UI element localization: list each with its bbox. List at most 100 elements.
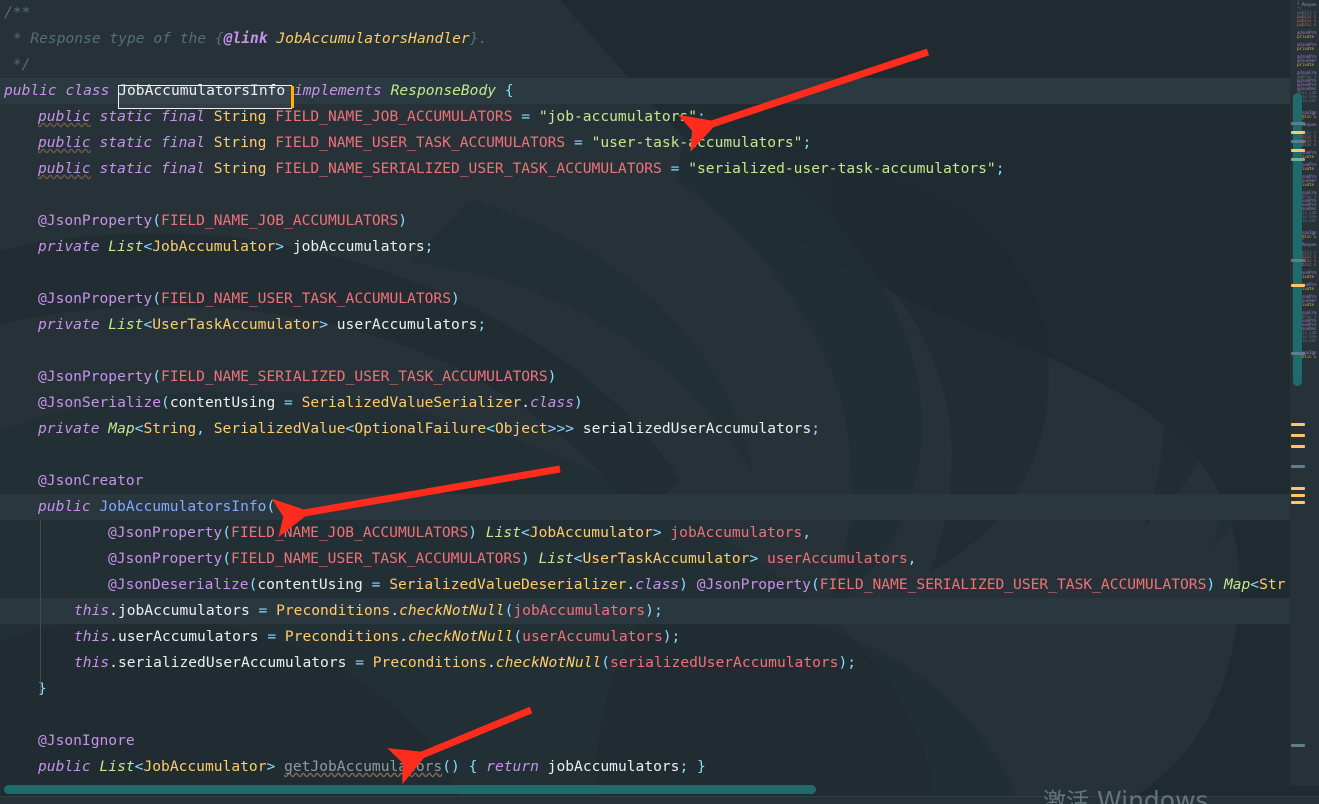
type-string[interactable]: String xyxy=(214,134,267,151)
code-line-class-declaration[interactable]: public class JobAccumulatorsInfo impleme… xyxy=(0,78,1290,104)
annotation-jsonproperty[interactable]: @JsonProperty xyxy=(697,576,811,593)
field-reference[interactable]: FIELD_NAME_SERIALIZED_USER_TASK_ACCUMULA… xyxy=(820,576,1207,593)
annotation-jsonserialize[interactable]: @JsonSerialize xyxy=(38,394,161,411)
code-line[interactable]: * Response type of the {@link JobAccumul… xyxy=(0,26,1290,52)
field-reference[interactable]: FIELD_NAME_JOB_ACCUMULATORS xyxy=(231,524,468,541)
code-line[interactable]: @JsonProperty(FIELD_NAME_JOB_ACCUMULATOR… xyxy=(0,520,1290,546)
annotation-parameter[interactable]: contentUsing xyxy=(257,576,362,593)
code-line[interactable]: @JsonProperty(FIELD_NAME_SERIALIZED_USER… xyxy=(0,364,1290,390)
type-list[interactable]: List xyxy=(539,550,574,567)
field-reference[interactable]: serializedUserAccumulators xyxy=(118,654,346,671)
minimap-marker-info[interactable] xyxy=(1291,122,1305,125)
annotation-jsondeserialize[interactable]: @JsonDeserialize xyxy=(108,576,249,593)
field-name-token[interactable]: FIELD_NAME_USER_TASK_ACCUMULATORS xyxy=(275,134,565,151)
argument-name[interactable]: userAccumulators xyxy=(522,628,663,645)
type-list[interactable]: List xyxy=(100,758,135,775)
type-list[interactable]: List xyxy=(108,238,143,255)
type-string[interactable]: String xyxy=(214,160,267,177)
code-line-blank[interactable] xyxy=(0,702,1290,728)
annotation-jsonproperty[interactable]: @JsonProperty xyxy=(38,368,152,385)
type-list[interactable]: List xyxy=(486,524,521,541)
minimap-marker-info[interactable] xyxy=(1291,465,1305,468)
annotation-jsonproperty[interactable]: @JsonProperty xyxy=(108,550,222,567)
code-line[interactable]: /** xyxy=(0,0,1290,26)
type-preconditions[interactable]: Preconditions xyxy=(373,654,487,671)
field-reference[interactable]: jobAccumulators xyxy=(118,602,250,619)
code-line[interactable]: @JsonProperty(FIELD_NAME_USER_TASK_ACCUM… xyxy=(0,546,1290,572)
code-line[interactable]: @JsonProperty(FIELD_NAME_JOB_ACCUMULATOR… xyxy=(0,208,1290,234)
minimap-marker-info[interactable] xyxy=(1291,352,1305,355)
minimap-marker-warning[interactable] xyxy=(1291,423,1305,426)
field-reference[interactable]: FIELD_NAME_USER_TASK_ACCUMULATORS xyxy=(231,550,521,567)
editor-text-area[interactable]: /** * Response type of the {@link JobAcc… xyxy=(0,0,1290,786)
code-line[interactable]: @JsonCreator xyxy=(0,468,1290,494)
code-line[interactable]: @JsonDeserialize(contentUsing = Serializ… xyxy=(0,572,1290,598)
minimap-marker-warning[interactable] xyxy=(1291,434,1305,437)
code-line[interactable]: public List<JobAccumulator> getJobAccumu… xyxy=(0,754,1290,780)
code-line-blank[interactable] xyxy=(0,182,1290,208)
code-line-blank[interactable] xyxy=(0,442,1290,468)
field-name-token[interactable]: FIELD_NAME_SERIALIZED_USER_TASK_ACCUMULA… xyxy=(275,160,662,177)
field-reference[interactable]: jobAccumulators xyxy=(548,758,680,775)
variable-name[interactable]: serializedUserAccumulators xyxy=(574,420,811,437)
type-jobaccumulator[interactable]: JobAccumulator xyxy=(143,758,266,775)
method-checknotnull[interactable]: checkNotNull xyxy=(408,628,513,645)
minimap-marker-warning[interactable] xyxy=(1291,131,1305,134)
code-line[interactable]: private List<JobAccumulator> jobAccumula… xyxy=(0,234,1290,260)
annotation-parameter[interactable]: contentUsing xyxy=(170,394,275,411)
code-line[interactable]: @JsonSerialize(contentUsing = Serialized… xyxy=(0,390,1290,416)
javadoc-link-target[interactable]: JobAccumulatorsHandler xyxy=(276,30,469,47)
minimap-marker-warning[interactable] xyxy=(1291,487,1305,490)
annotation-jsonignore[interactable]: @JsonIgnore xyxy=(38,732,135,749)
code-line[interactable]: @JsonProperty(FIELD_NAME_USER_TASK_ACCUM… xyxy=(0,286,1290,312)
annotation-jsonproperty[interactable]: @JsonProperty xyxy=(38,212,152,229)
class-name-token[interactable]: JobAccumulatorsInfo xyxy=(118,82,285,99)
minimap-marker-warning[interactable] xyxy=(1291,501,1305,504)
code-line[interactable]: this.serializedUserAccumulators = Precon… xyxy=(0,650,1290,676)
code-line-blank[interactable] xyxy=(0,260,1290,286)
field-name-token[interactable]: FIELD_NAME_JOB_ACCUMULATORS xyxy=(275,108,512,125)
variable-name[interactable]: userAccumulators xyxy=(328,316,478,333)
parameter-name[interactable]: jobAccumulators xyxy=(662,524,802,541)
type-object[interactable]: Object xyxy=(495,420,548,437)
code-line-constructor[interactable]: public JobAccumulatorsInfo( xyxy=(0,494,1290,520)
type-preconditions[interactable]: Preconditions xyxy=(285,628,399,645)
type-preconditions[interactable]: Preconditions xyxy=(276,602,390,619)
code-line[interactable]: private List<UserTaskAccumulator> userAc… xyxy=(0,312,1290,338)
type-usertaskaccumulator[interactable]: UserTaskAccumulator xyxy=(152,316,319,333)
minimap-marker-warning[interactable] xyxy=(1291,149,1305,152)
interface-name-token[interactable]: ResponseBody xyxy=(391,82,496,99)
type-string[interactable]: String xyxy=(143,420,196,437)
code-line-blank[interactable] xyxy=(0,338,1290,364)
type-map[interactable]: Map xyxy=(1224,576,1250,593)
variable-name[interactable]: jobAccumulators xyxy=(284,238,425,255)
minimap-marker-info[interactable] xyxy=(1291,744,1305,747)
method-checknotnull[interactable]: checkNotNull xyxy=(496,654,601,671)
method-name-getjobaccumulators[interactable]: getJobAccumulators xyxy=(284,758,442,775)
code-line[interactable]: } xyxy=(0,676,1290,702)
type-string[interactable]: String xyxy=(214,108,267,125)
minimap-marker-info[interactable] xyxy=(1291,259,1305,262)
argument-name[interactable]: serializedUserAccumulators xyxy=(610,654,838,671)
type-serializedvaluedeserializer[interactable]: SerializedValueDeserializer xyxy=(389,576,626,593)
type-optionalfailure[interactable]: OptionalFailure xyxy=(354,420,486,437)
method-checknotnull[interactable]: checkNotNull xyxy=(399,602,504,619)
annotation-jsonproperty[interactable]: @JsonProperty xyxy=(38,290,152,307)
field-reference[interactable]: FIELD_NAME_SERIALIZED_USER_TASK_ACCUMULA… xyxy=(161,368,548,385)
constructor-name-token[interactable]: JobAccumulatorsInfo xyxy=(100,498,267,515)
annotation-jsoncreator[interactable]: @JsonCreator xyxy=(38,472,143,489)
code-line[interactable]: @JsonIgnore xyxy=(0,728,1290,754)
minimap-marker-warning[interactable] xyxy=(1291,284,1305,287)
vertical-scrollbar-thumb[interactable] xyxy=(1293,93,1302,386)
code-line[interactable]: public static final String FIELD_NAME_JO… xyxy=(0,104,1290,130)
field-reference[interactable]: userAccumulators xyxy=(118,628,259,645)
code-line[interactable]: public static final String FIELD_NAME_SE… xyxy=(0,156,1290,182)
code-line[interactable]: */ xyxy=(0,52,1290,78)
minimap-marker-ok[interactable] xyxy=(1291,158,1305,161)
code-line[interactable]: private Map<String, SerializedValue<Opti… xyxy=(0,416,1290,442)
annotation-jsonproperty[interactable]: @JsonProperty xyxy=(108,524,222,541)
code-line[interactable]: public static final String FIELD_NAME_US… xyxy=(0,130,1290,156)
code-line[interactable]: this.userAccumulators = Preconditions.ch… xyxy=(0,624,1290,650)
type-serializedvalueserializer[interactable]: SerializedValueSerializer xyxy=(302,394,522,411)
minimap-marker-warning[interactable] xyxy=(1291,445,1305,448)
